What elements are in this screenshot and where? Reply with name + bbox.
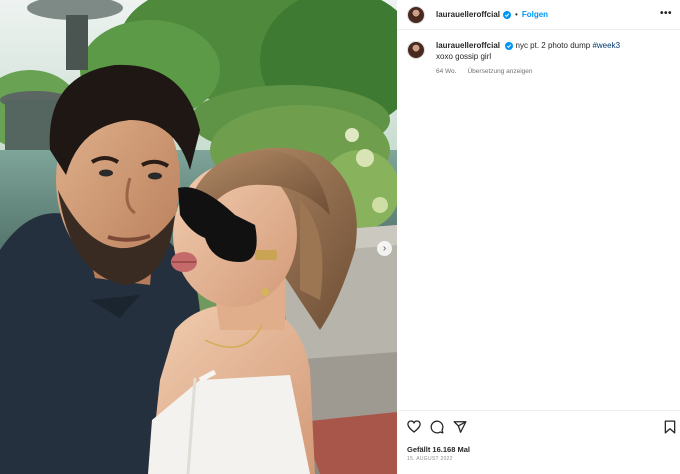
share-icon[interactable] — [453, 420, 467, 439]
heart-icon[interactable] — [407, 420, 421, 438]
post-age[interactable]: 64 Wo. — [436, 68, 456, 75]
more-options-icon[interactable]: ••• — [660, 9, 672, 19]
author-username[interactable]: laurauelleroffcial — [436, 10, 500, 19]
bookmark-icon[interactable] — [664, 420, 676, 439]
caption-avatar[interactable] — [407, 41, 425, 59]
caption-meta: 64 Wo. Übersetzung anzeigen — [436, 68, 672, 75]
caption-block: laurauelleroffcial nyc pt. 2 photo dump … — [407, 40, 672, 75]
comment-icon[interactable] — [430, 420, 444, 439]
follow-button[interactable]: Folgen — [522, 10, 548, 19]
post-photo[interactable]: › — [0, 0, 397, 474]
post-side-panel: laurauelleroffcial • Folgen ••• laurauel… — [397, 0, 680, 474]
post-date: 15. AUGUST 2022 — [407, 456, 453, 462]
likes-count[interactable]: Gefällt 16.168 Mal — [407, 445, 470, 454]
separator-dot: • — [515, 10, 518, 19]
translate-link[interactable]: Übersetzung anzeigen — [467, 68, 532, 75]
actions-bar: Gefällt 16.168 Mal 15. AUGUST 2022 — [397, 410, 680, 474]
caption-body: nyc pt. 2 photo dump — [515, 41, 591, 50]
next-photo-button[interactable]: › — [377, 241, 392, 256]
caption-second-line: xoxo gossip girl — [436, 52, 492, 61]
post-header: laurauelleroffcial • Folgen ••• — [397, 0, 680, 30]
caption-text: laurauelleroffcial nyc pt. 2 photo dump … — [436, 40, 620, 62]
hashtag-link[interactable]: #week3 — [592, 41, 620, 50]
photo-illustration — [0, 0, 397, 474]
caption-username[interactable]: laurauelleroffcial — [436, 41, 500, 50]
avatar[interactable] — [407, 5, 425, 24]
verified-badge-icon — [505, 42, 514, 50]
verified-badge-icon — [503, 10, 512, 19]
